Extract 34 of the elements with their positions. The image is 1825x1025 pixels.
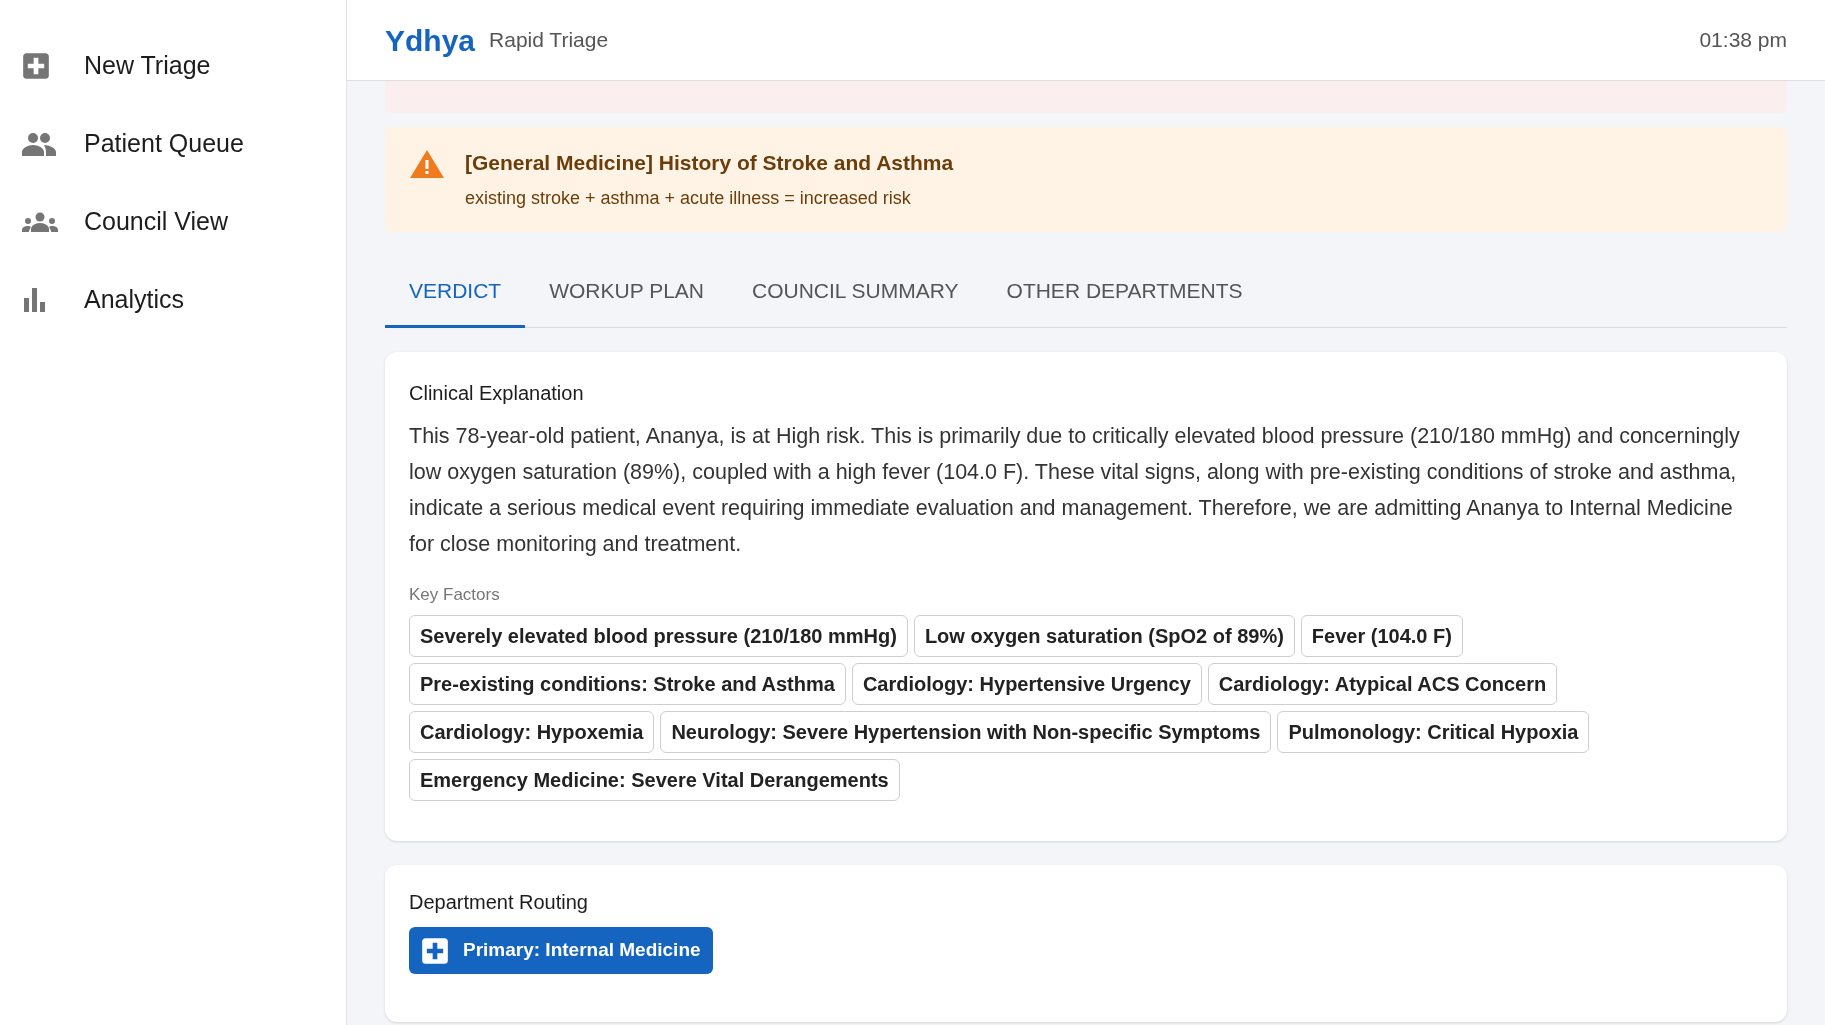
- tab[interactable]: VERDICT: [385, 257, 526, 328]
- explanation-paragraph: This 78-year-old patient, Ananya, is at High risk. This is primarily due to critically elevated blood pressure (210/180 mmHg) and concerningly low oxygen saturation (89%), coupled with a high fever (104.0 F). These vital signs, along with pre-existing conditions of stroke and asthma, indicate a serious medical event requiring immediate evaluation and management. Therefore, we are admitting Ananya to Internal Medicine for close monitoring and treatment.: [409, 422, 1741, 558]
- brand-name: Ydhya: [385, 22, 476, 59]
- key-factor-chip: Cardiology: Atypical ACS Concern: [1207, 663, 1558, 705]
- plus-square-icon: [22, 52, 50, 80]
- key-factor-chip: Neurology: Severe Hypertension with Non-specific Symptoms: [660, 711, 1272, 753]
- clock-time: 01:38 pm: [1699, 27, 1787, 54]
- card-heading: Clinical Explanation: [409, 380, 585, 406]
- key-factor-chip: Severely elevated blood pressure (210/180 mmHg): [409, 615, 908, 657]
- sidebar-item[interactable]: Council View: [0, 192, 346, 252]
- card-heading: Department Routing: [409, 890, 589, 915]
- sidebar-item[interactable]: Analytics: [0, 270, 346, 330]
- key-factor-chip: Fever (104.0 F): [1300, 615, 1463, 657]
- key-factor-chip: Emergency Medicine: Severe Vital Derangements: [409, 759, 900, 801]
- plus-square-icon: [421, 936, 449, 965]
- alert-detail: existing stroke + asthma + acute illness = increased risk: [465, 186, 912, 210]
- key-factor-chip: Pre-existing conditions: Stroke and Asthma: [409, 663, 846, 705]
- key-factor-chip: Cardiology: Hypertensive Urgency: [851, 663, 1202, 705]
- tab[interactable]: OTHER DEPARTMENTS: [982, 257, 1267, 328]
- people-icon: [22, 132, 56, 156]
- bar-chart-icon: [22, 288, 48, 312]
- key-factor-chip: Low oxygen saturation (SpO2 of 89%): [913, 615, 1295, 657]
- app-subtitle: Rapid Triage: [489, 27, 609, 54]
- sidebar-item[interactable]: New Triage: [0, 36, 346, 96]
- sidebar-item[interactable]: Patient Queue: [0, 114, 346, 174]
- alert-title: [General Medicine] History of Stroke and Asthma: [465, 150, 954, 176]
- warning-icon: [409, 149, 445, 179]
- tab[interactable]: COUNCIL SUMMARY: [728, 257, 983, 328]
- group-icon: [22, 212, 58, 232]
- key-factor-chip: Pulmonology: Critical Hypoxia: [1277, 711, 1590, 753]
- primary-department-button[interactable]: Primary: Internal Medicine: [409, 927, 713, 974]
- key-factors-label: Key Factors: [409, 583, 501, 606]
- key-factor-chip: Cardiology: Hypoxemia: [409, 711, 655, 753]
- tab[interactable]: WORKUP PLAN: [525, 257, 728, 328]
